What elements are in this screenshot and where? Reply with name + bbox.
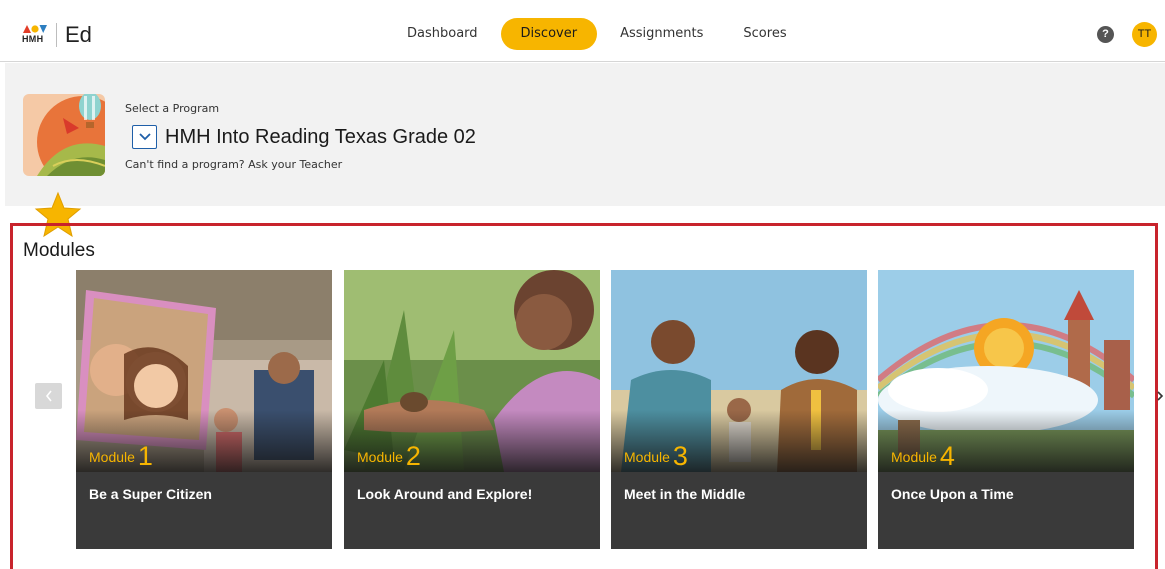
module-number: 3	[672, 441, 688, 471]
chevron-left-icon[interactable]	[35, 383, 62, 409]
module-label: Module 3	[624, 438, 688, 471]
module-label: Module 1	[89, 438, 153, 471]
module-card-3[interactable]: Module 3 Meet in the Middle	[611, 270, 867, 549]
chevron-right-icon[interactable]	[1156, 386, 1165, 406]
select-program-label: Select a Program	[125, 102, 220, 115]
product-name: Ed	[65, 22, 92, 47]
module-title: Be a Super Citizen	[89, 486, 212, 502]
nav-discover[interactable]: Discover	[500, 18, 598, 50]
nav-assignments[interactable]: Assignments	[603, 18, 720, 50]
program-title[interactable]: HMH Into Reading Texas Grade 02	[165, 126, 476, 149]
hmh-logo-mark: HMH	[22, 24, 48, 46]
program-cover-image	[23, 94, 105, 176]
modules-heading: Modules	[23, 240, 95, 261]
module-label: Module 2	[357, 438, 421, 471]
user-avatar[interactable]: TT	[1132, 22, 1157, 47]
module-title: Once Upon a Time	[891, 486, 1014, 502]
program-header: Select a Program HMH Into Reading Texas …	[5, 63, 1165, 206]
module-card-2[interactable]: Module 2 Look Around and Explore!	[344, 270, 600, 549]
module-card-4[interactable]: Module 4 Once Upon a Time	[878, 270, 1134, 549]
module-number: 2	[405, 441, 421, 471]
top-nav-bar: HMH Ed Dashboard Discover Assignments Sc…	[0, 8, 1165, 62]
help-circle-icon[interactable]: ?	[1097, 26, 1114, 43]
module-card-1[interactable]: Module 1 Be a Super Citizen	[76, 270, 332, 549]
nav-scores[interactable]: Scores	[726, 18, 803, 50]
program-selector[interactable]: HMH Into Reading Texas Grade 02	[132, 125, 476, 149]
nav-dashboard[interactable]: Dashboard	[390, 18, 495, 50]
main-nav: Dashboard Discover Assignments Scores	[390, 18, 810, 50]
logo-text: HMH	[22, 34, 44, 44]
app-logo[interactable]: HMH Ed	[22, 22, 92, 48]
program-help-text: Can't find a program? Ask your Teacher	[125, 158, 343, 171]
module-word: Module	[89, 449, 135, 465]
module-label: Module 4	[891, 438, 955, 471]
module-number: 1	[137, 441, 153, 471]
module-word: Module	[357, 449, 403, 465]
logo-divider	[56, 23, 57, 47]
module-title: Meet in the Middle	[624, 486, 746, 502]
module-word: Module	[624, 449, 670, 465]
module-word: Module	[891, 449, 937, 465]
chevron-down-icon[interactable]	[132, 125, 157, 149]
module-number: 4	[939, 441, 955, 471]
module-title: Look Around and Explore!	[357, 486, 533, 502]
